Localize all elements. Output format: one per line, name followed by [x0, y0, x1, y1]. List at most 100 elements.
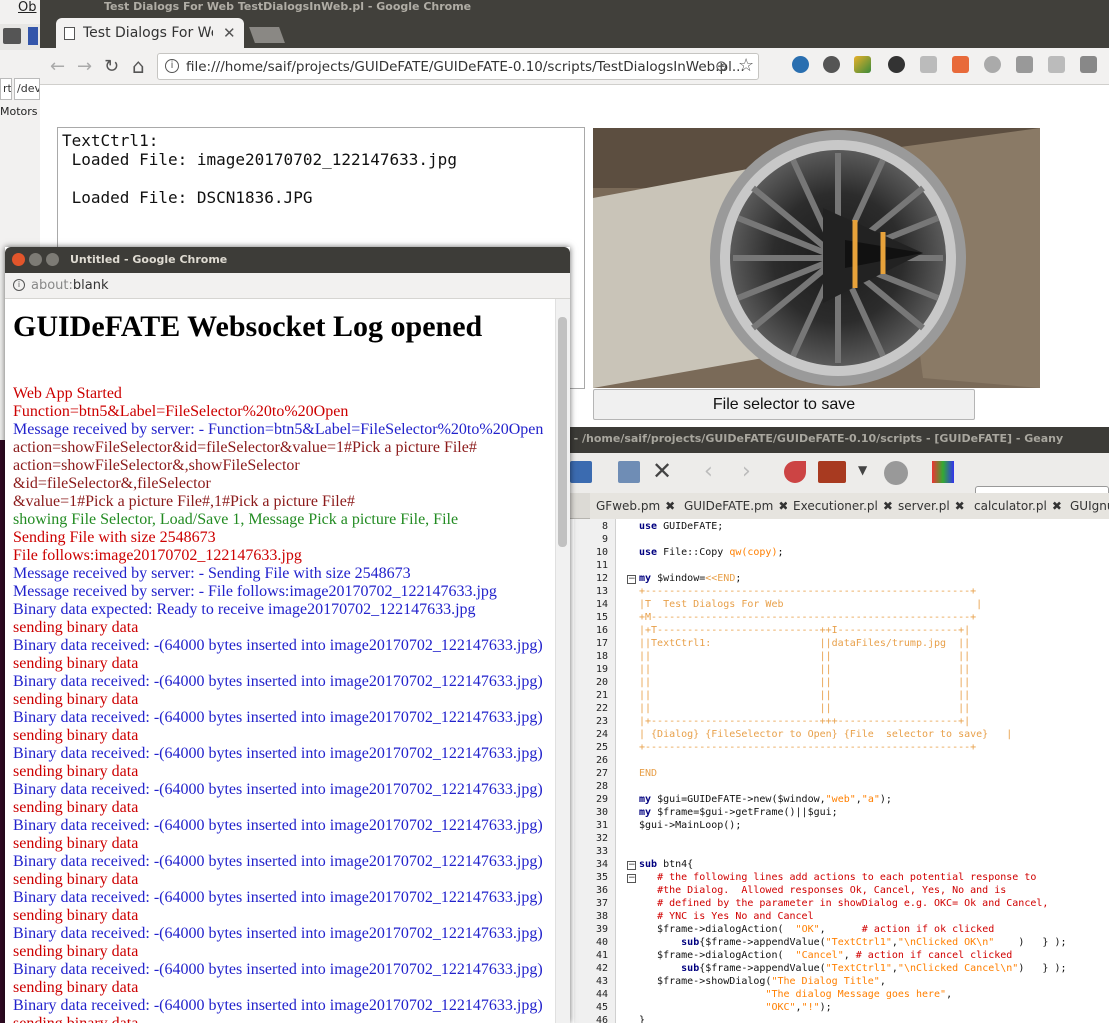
extension-skype-icon[interactable]: [792, 56, 809, 73]
bookmark-star-icon[interactable]: ☆: [738, 55, 754, 76]
log-line: Message received by server: - Sending Fi…: [13, 565, 411, 582]
page-icon: [64, 27, 75, 40]
line-number: 18: [595, 651, 608, 662]
browser-titlebar: Test Dialogs For Web TestDialogsInWeb.pl…: [40, 0, 1109, 50]
extension-o-icon[interactable]: [1080, 56, 1097, 73]
geany-tab-label: GUIDeFATE.pm: [684, 499, 774, 513]
background-address-field[interactable]: rt: [0, 78, 12, 100]
log-line: sending binary data: [13, 619, 139, 636]
line-number: 35: [595, 872, 608, 883]
code-line: }: [639, 1015, 646, 1023]
code-line: $frame->showDialog("The Dialog Title",: [639, 976, 886, 987]
window-close-icon[interactable]: [12, 253, 25, 266]
line-number: 27: [595, 768, 608, 779]
line-number: 9: [601, 534, 608, 545]
tab-close-icon[interactable]: ✖: [665, 499, 675, 513]
fold-toggle-icon[interactable]: −: [627, 861, 636, 870]
extension-calendar-icon[interactable]: [952, 56, 969, 73]
geany-tab[interactable]: GUIgnup: [1064, 493, 1109, 519]
code-line: my $gui=GUIDeFATE->new($window,"web","a"…: [639, 794, 892, 805]
background-bookmark[interactable]: Motors o: [0, 105, 40, 118]
new-tab-button[interactable]: [249, 27, 285, 43]
code-line: # the following lines add actions to eac…: [657, 872, 1037, 883]
log-line: File follows:image20170702_122147633.jpg: [13, 547, 302, 564]
reload-icon[interactable]: ↻: [104, 56, 119, 77]
navigate-forward-icon[interactable]: ›: [742, 459, 751, 484]
line-number: 30: [595, 807, 608, 818]
geany-tab[interactable]: GUIDeFATE.pm ✖: [678, 493, 796, 519]
log-line: Function=btn5&Label=FileSelector%20to%20…: [13, 403, 349, 420]
extension-maps-icon[interactable]: [854, 56, 871, 73]
print-icon[interactable]: [3, 28, 21, 44]
log-line: sending binary data: [13, 655, 139, 672]
execute-icon[interactable]: [884, 461, 908, 485]
geany-tab[interactable]: Executioner.pl ✖: [787, 493, 900, 519]
extension-circle-icon[interactable]: [888, 56, 905, 73]
browser-tab[interactable]: Test Dialogs For Web ✕: [56, 18, 244, 50]
log-line: Binary data received: -(64000 bytes inse…: [13, 709, 543, 726]
address-bar[interactable]: i file:///home/saif/projects/GUIDeFATE/G…: [157, 53, 759, 80]
home-icon[interactable]: ⌂: [132, 54, 145, 78]
window-minimize-icon[interactable]: [29, 253, 42, 266]
log-line: Binary data received: -(64000 bytes inse…: [13, 853, 543, 870]
geany-window-title: l - /home/saif/projects/GUIDeFATE/GUIDeF…: [566, 432, 1064, 445]
save-all-icon[interactable]: [570, 461, 592, 483]
line-number: 43: [595, 976, 608, 987]
extension-cloud-icon[interactable]: [984, 56, 1001, 73]
file-selector-save-button[interactable]: File selector to save: [593, 389, 975, 420]
code-line: my $window=<<END;: [639, 573, 742, 584]
document-icon[interactable]: [28, 27, 38, 45]
background-address-field-2[interactable]: /dev: [14, 78, 40, 100]
background-menu-item[interactable]: Ob: [18, 0, 36, 15]
color-chooser-icon[interactable]: [932, 461, 954, 483]
zoom-icon[interactable]: ⊕: [715, 57, 728, 75]
line-number: 12: [595, 573, 608, 584]
popup-url: about:blank: [31, 278, 109, 293]
code-line: |T Test Dialogs For Web |: [639, 599, 983, 610]
build-dropdown-icon[interactable]: ▼: [858, 463, 867, 477]
geany-tab[interactable]: calculator.pl ✖: [968, 493, 1069, 519]
line-number: 46: [595, 1015, 608, 1023]
extension-gear-icon[interactable]: [823, 56, 840, 73]
compile-icon[interactable]: [784, 461, 806, 483]
navigate-back-icon[interactable]: ‹: [704, 459, 713, 484]
line-number: 10: [595, 547, 608, 558]
line-number: 25: [595, 742, 608, 753]
extension-c-icon[interactable]: [920, 56, 937, 73]
fold-toggle-icon[interactable]: −: [627, 575, 636, 584]
code-line: || || ||: [639, 703, 971, 714]
log-line: sending binary data: [13, 907, 139, 924]
tab-close-icon[interactable]: ✖: [955, 499, 965, 513]
forward-icon[interactable]: →: [77, 56, 92, 77]
extension-f-icon[interactable]: [1016, 56, 1033, 73]
revert-icon[interactable]: [618, 461, 640, 483]
geany-titlebar: l - /home/saif/projects/GUIDeFATE/GUIDeF…: [566, 427, 1109, 453]
code-line: sub{$frame->appendValue("TextCtrl1","\nC…: [681, 937, 1067, 948]
geany-tab[interactable]: GFweb.pm ✖: [590, 493, 683, 519]
fold-toggle-icon[interactable]: −: [627, 874, 636, 883]
close-file-icon[interactable]: ✕: [652, 457, 672, 485]
line-number: 38: [595, 911, 608, 922]
info-icon[interactable]: i: [165, 59, 179, 73]
tab-close-icon[interactable]: ✖: [1052, 499, 1062, 513]
popup-address-bar[interactable]: i about:blank: [5, 273, 570, 299]
log-line: sending binary data: [13, 979, 139, 996]
code-line: sub{$frame->appendValue("TextCtrl1","\nC…: [681, 963, 1067, 974]
background-toolbar: [0, 24, 40, 50]
back-icon[interactable]: ←: [50, 56, 65, 77]
address-url[interactable]: file:///home/saif/projects/GUIDeFATE/GUI…: [186, 59, 745, 75]
code-line: sub btn4{: [639, 859, 694, 870]
geany-tab[interactable]: server.pl ✖: [892, 493, 972, 519]
log-line: sending binary data: [13, 1015, 553, 1023]
log-line: action=showFileSelector&id=fileSelector&…: [13, 439, 477, 456]
log-line: Binary data received: -(64000 bytes inse…: [13, 889, 543, 906]
extension-bird-icon[interactable]: [1048, 56, 1065, 73]
build-icon[interactable]: [818, 461, 846, 483]
code-line: +---------------------------------------…: [639, 742, 977, 753]
textctrl-line: Loaded File: image20170702_122147633.jpg: [62, 150, 457, 169]
info-icon[interactable]: i: [13, 279, 25, 291]
line-number: 44: [595, 989, 608, 1000]
tab-close-icon[interactable]: ✕: [223, 24, 236, 42]
window-maximize-icon[interactable]: [46, 253, 59, 266]
popup-scrollbar-thumb[interactable]: [558, 317, 567, 547]
